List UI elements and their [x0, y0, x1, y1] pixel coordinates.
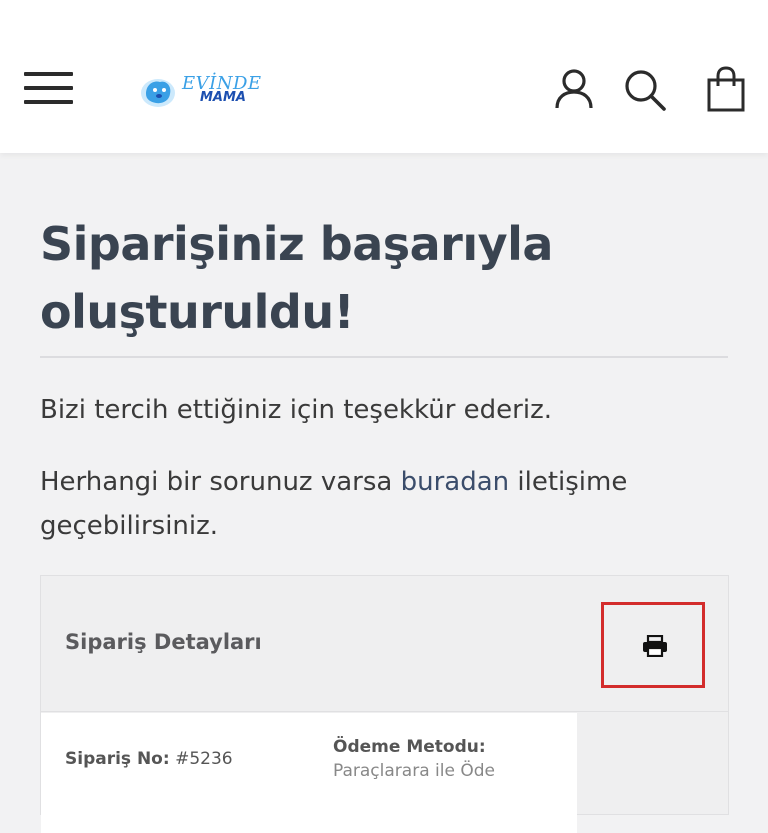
confirmation-content: Siparişiniz başarıyla oluşturuldu!	[40, 210, 730, 346]
order-details-title: Sipariş Detayları	[65, 630, 262, 654]
printer-icon	[643, 635, 667, 657]
print-button[interactable]	[601, 602, 705, 688]
help-text-prefix: Herhangi bir sorunuz varsa	[40, 467, 401, 497]
title-divider	[40, 356, 728, 358]
page-title: Siparişiniz başarıyla oluşturuldu!	[40, 217, 553, 339]
user-icon[interactable]	[554, 68, 594, 110]
site-logo[interactable]: EVİNDE MAMA	[136, 70, 261, 112]
payment-method-value: Paraçlarara ile Öde	[333, 761, 495, 781]
logo-text-bottom: MAMA	[200, 90, 246, 105]
payment-method-label: Ödeme Metodu:	[333, 737, 486, 757]
order-details-card: Sipariş Detayları Sipariş No: #5236 Ödem…	[40, 575, 729, 833]
help-text: Herhangi bir sorunuz varsa buradan ileti…	[40, 460, 730, 548]
order-number-value: #5236	[175, 749, 233, 769]
order-number-label: Sipariş No:	[65, 749, 170, 769]
order-number: Sipariş No: #5236	[65, 749, 233, 769]
order-details-body: Sipariş No: #5236 Ödeme Metodu: Paraçlar…	[41, 713, 577, 833]
search-icon[interactable]	[624, 69, 666, 111]
menu-icon[interactable]	[24, 72, 74, 106]
dog-logo-icon	[141, 79, 175, 107]
order-details-header: Sipariş Detayları	[41, 576, 728, 712]
contact-link[interactable]: buradan	[401, 467, 510, 497]
shopping-bag-icon[interactable]	[706, 66, 746, 112]
site-header: EVİNDE MAMA	[0, 0, 768, 153]
thanks-text: Bizi tercih ettiğiniz için teşekkür eder…	[40, 395, 553, 425]
